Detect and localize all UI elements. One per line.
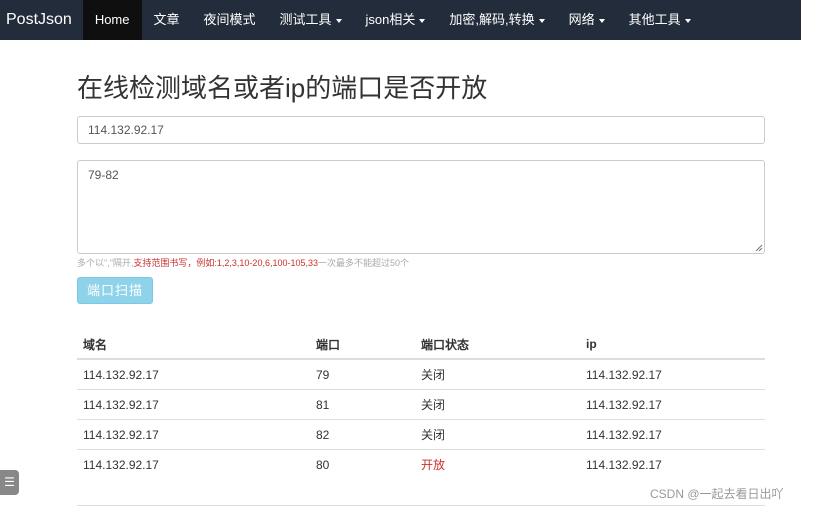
table-row: 114.132.92.17 79 关闭 114.132.92.17 xyxy=(77,358,765,390)
caret-down-icon xyxy=(598,18,605,23)
caret-down-icon xyxy=(538,18,545,23)
cell-status: 关闭 xyxy=(415,389,580,420)
header-port: 端口 xyxy=(310,330,415,360)
nav-encode-label: 加密,解码,转换 xyxy=(449,12,535,27)
results-table: 域名 端口 端口状态 ip 114.132.92.17 79 关闭 114.13… xyxy=(77,330,765,479)
cell-status: 关闭 xyxy=(415,419,580,450)
nav-articles[interactable]: 文章 xyxy=(142,0,192,40)
cell-domain: 114.132.92.17 xyxy=(77,358,310,390)
top-navbar: PostJson Home 文章 夜间模式 测试工具 json相关 加密,解码,… xyxy=(0,0,801,40)
nav-json-label: json相关 xyxy=(365,12,416,27)
cell-port: 80 xyxy=(310,449,415,479)
cell-domain: 114.132.92.17 xyxy=(77,389,310,420)
nav-network-dropdown[interactable]: 网络 xyxy=(557,0,617,40)
nav-network-label: 网络 xyxy=(568,12,595,27)
cell-ip: 114.132.92.17 xyxy=(580,389,765,420)
table-row: 114.132.92.17 81 关闭 114.132.92.17 xyxy=(77,389,765,420)
cell-status: 关闭 xyxy=(415,358,580,390)
caret-down-icon xyxy=(684,18,691,23)
header-domain: 域名 xyxy=(77,330,310,360)
header-ip: ip xyxy=(580,330,765,360)
host-input[interactable]: 114.132.92.17 xyxy=(77,116,765,144)
ports-value: 79-82 xyxy=(88,168,119,182)
cell-ip: 114.132.92.17 xyxy=(580,419,765,450)
nav-json-dropdown[interactable]: json相关 xyxy=(354,0,438,40)
ports-textarea[interactable]: 79-82 xyxy=(77,160,765,254)
table-row: 114.132.92.17 80 开放 114.132.92.17 xyxy=(77,449,765,479)
cell-ip: 114.132.92.17 xyxy=(580,449,765,479)
port-scan-button[interactable]: 端口扫描 xyxy=(77,277,153,304)
hint-prefix: 多个以","隔开, xyxy=(77,258,134,268)
table-row: 114.132.92.17 82 关闭 114.132.92.17 xyxy=(77,419,765,450)
brand-link[interactable]: PostJson xyxy=(0,0,83,40)
table-divider xyxy=(77,505,765,506)
header-status: 端口状态 xyxy=(415,330,580,360)
hint-range: 支持范围书写，例如:1,2,3,10-20,6,100-105,33 xyxy=(133,258,318,268)
nav-night-mode[interactable]: 夜间模式 xyxy=(192,0,268,40)
side-menu-button[interactable]: ☰ xyxy=(0,470,19,495)
caret-down-icon xyxy=(335,18,342,23)
nav-other-tools-label: 其他工具 xyxy=(628,12,681,27)
nav-test-tools-dropdown[interactable]: 测试工具 xyxy=(268,0,354,40)
hint-suffix: 一次最多不能超过50个 xyxy=(318,258,410,268)
nav-test-tools-label: 测试工具 xyxy=(279,12,332,27)
caret-down-icon xyxy=(419,18,426,23)
csdn-watermark: CSDN @一起去看日出吖 xyxy=(650,487,784,501)
table-header-row: 域名 端口 端口状态 ip xyxy=(77,330,765,360)
resize-handle-icon[interactable] xyxy=(755,244,763,252)
cell-ip: 114.132.92.17 xyxy=(580,358,765,390)
cell-domain: 114.132.92.17 xyxy=(77,419,310,450)
cell-port: 79 xyxy=(310,358,415,390)
menu-icon: ☰ xyxy=(4,475,15,489)
cell-port: 82 xyxy=(310,419,415,450)
nav-encode-dropdown[interactable]: 加密,解码,转换 xyxy=(437,0,556,40)
ports-hint: 多个以","隔开,支持范围书写，例如:1,2,3,10-20,6,100-105… xyxy=(77,256,409,269)
page-title: 在线检测域名或者ip的端口是否开放 xyxy=(77,73,488,103)
cell-port: 81 xyxy=(310,389,415,420)
nav-other-tools-dropdown[interactable]: 其他工具 xyxy=(617,0,703,40)
cell-status-open: 开放 xyxy=(415,449,580,479)
nav-home[interactable]: Home xyxy=(82,0,142,40)
cell-domain: 114.132.92.17 xyxy=(77,449,310,479)
